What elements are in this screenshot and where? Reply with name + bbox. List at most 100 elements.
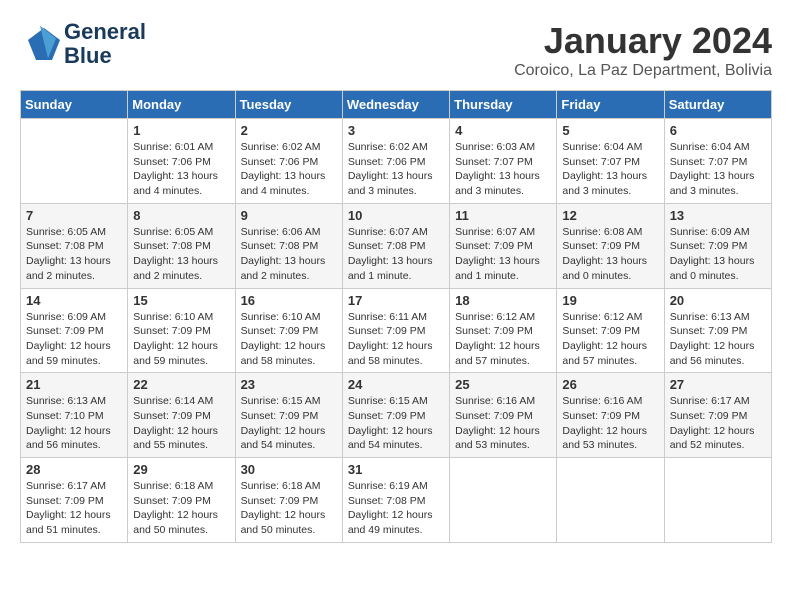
sunrise-text: Sunrise: 6:10 AM xyxy=(133,311,213,323)
calendar-cell: 21 Sunrise: 6:13 AM Sunset: 7:10 PM Dayl… xyxy=(21,373,128,458)
calendar-cell: 12 Sunrise: 6:08 AM Sunset: 7:09 PM Dayl… xyxy=(557,203,664,288)
weekday-header: Sunday xyxy=(21,91,128,119)
calendar-cell: 27 Sunrise: 6:17 AM Sunset: 7:09 PM Dayl… xyxy=(664,373,771,458)
calendar-cell: 23 Sunrise: 6:15 AM Sunset: 7:09 PM Dayl… xyxy=(235,373,342,458)
day-info: Sunrise: 6:15 AM Sunset: 7:09 PM Dayligh… xyxy=(348,394,444,453)
calendar-cell: 4 Sunrise: 6:03 AM Sunset: 7:07 PM Dayli… xyxy=(450,119,557,204)
day-number: 12 xyxy=(562,208,658,223)
sunrise-text: Sunrise: 6:07 AM xyxy=(455,226,535,238)
sunset-text: Sunset: 7:06 PM xyxy=(133,156,211,168)
daylight-text: Daylight: 12 hours and 50 minutes. xyxy=(241,509,326,536)
weekday-header: Tuesday xyxy=(235,91,342,119)
day-info: Sunrise: 6:07 AM Sunset: 7:08 PM Dayligh… xyxy=(348,225,444,284)
sunset-text: Sunset: 7:09 PM xyxy=(455,410,533,422)
sunrise-text: Sunrise: 6:13 AM xyxy=(670,311,750,323)
sunrise-text: Sunrise: 6:18 AM xyxy=(133,480,213,492)
calendar-cell xyxy=(664,458,771,543)
day-info: Sunrise: 6:09 AM Sunset: 7:09 PM Dayligh… xyxy=(670,225,766,284)
day-info: Sunrise: 6:08 AM Sunset: 7:09 PM Dayligh… xyxy=(562,225,658,284)
day-info: Sunrise: 6:18 AM Sunset: 7:09 PM Dayligh… xyxy=(241,479,337,538)
day-number: 9 xyxy=(241,208,337,223)
logo-text: General Blue xyxy=(64,20,146,68)
weekday-header: Wednesday xyxy=(342,91,449,119)
daylight-text: Daylight: 12 hours and 56 minutes. xyxy=(670,340,755,367)
day-number: 22 xyxy=(133,377,229,392)
calendar-cell: 26 Sunrise: 6:16 AM Sunset: 7:09 PM Dayl… xyxy=(557,373,664,458)
day-number: 11 xyxy=(455,208,551,223)
sunrise-text: Sunrise: 6:13 AM xyxy=(26,395,106,407)
daylight-text: Daylight: 12 hours and 49 minutes. xyxy=(348,509,433,536)
sunrise-text: Sunrise: 6:05 AM xyxy=(26,226,106,238)
sunset-text: Sunset: 7:09 PM xyxy=(133,325,211,337)
sunset-text: Sunset: 7:08 PM xyxy=(241,240,319,252)
sunset-text: Sunset: 7:09 PM xyxy=(455,325,533,337)
calendar-cell: 7 Sunrise: 6:05 AM Sunset: 7:08 PM Dayli… xyxy=(21,203,128,288)
day-info: Sunrise: 6:10 AM Sunset: 7:09 PM Dayligh… xyxy=(241,310,337,369)
sunset-text: Sunset: 7:09 PM xyxy=(348,410,426,422)
day-info: Sunrise: 6:04 AM Sunset: 7:07 PM Dayligh… xyxy=(670,140,766,199)
day-info: Sunrise: 6:13 AM Sunset: 7:10 PM Dayligh… xyxy=(26,394,122,453)
day-number: 29 xyxy=(133,462,229,477)
sunrise-text: Sunrise: 6:07 AM xyxy=(348,226,428,238)
sunrise-text: Sunrise: 6:03 AM xyxy=(455,141,535,153)
sunset-text: Sunset: 7:09 PM xyxy=(133,495,211,507)
daylight-text: Daylight: 13 hours and 3 minutes. xyxy=(670,170,755,197)
daylight-text: Daylight: 13 hours and 3 minutes. xyxy=(562,170,647,197)
location-title: Coroico, La Paz Department, Bolivia xyxy=(514,62,772,80)
calendar-cell: 22 Sunrise: 6:14 AM Sunset: 7:09 PM Dayl… xyxy=(128,373,235,458)
sunrise-text: Sunrise: 6:15 AM xyxy=(241,395,321,407)
sunset-text: Sunset: 7:09 PM xyxy=(670,240,748,252)
sunset-text: Sunset: 7:09 PM xyxy=(562,410,640,422)
sunset-text: Sunset: 7:09 PM xyxy=(562,325,640,337)
day-number: 8 xyxy=(133,208,229,223)
weekday-header: Thursday xyxy=(450,91,557,119)
daylight-text: Daylight: 12 hours and 58 minutes. xyxy=(241,340,326,367)
calendar-cell: 3 Sunrise: 6:02 AM Sunset: 7:06 PM Dayli… xyxy=(342,119,449,204)
sunset-text: Sunset: 7:07 PM xyxy=(562,156,640,168)
day-number: 10 xyxy=(348,208,444,223)
calendar-cell: 19 Sunrise: 6:12 AM Sunset: 7:09 PM Dayl… xyxy=(557,288,664,373)
weekday-header: Monday xyxy=(128,91,235,119)
sunset-text: Sunset: 7:09 PM xyxy=(26,495,104,507)
day-info: Sunrise: 6:12 AM Sunset: 7:09 PM Dayligh… xyxy=(562,310,658,369)
sunrise-text: Sunrise: 6:04 AM xyxy=(562,141,642,153)
daylight-text: Daylight: 12 hours and 52 minutes. xyxy=(670,425,755,452)
day-number: 30 xyxy=(241,462,337,477)
sunset-text: Sunset: 7:08 PM xyxy=(133,240,211,252)
calendar-week-row: 14 Sunrise: 6:09 AM Sunset: 7:09 PM Dayl… xyxy=(21,288,772,373)
calendar-cell: 10 Sunrise: 6:07 AM Sunset: 7:08 PM Dayl… xyxy=(342,203,449,288)
sunrise-text: Sunrise: 6:14 AM xyxy=(133,395,213,407)
sunset-text: Sunset: 7:09 PM xyxy=(348,325,426,337)
daylight-text: Daylight: 12 hours and 54 minutes. xyxy=(348,425,433,452)
day-info: Sunrise: 6:18 AM Sunset: 7:09 PM Dayligh… xyxy=(133,479,229,538)
logo-icon xyxy=(20,24,60,64)
day-info: Sunrise: 6:10 AM Sunset: 7:09 PM Dayligh… xyxy=(133,310,229,369)
calendar-cell: 11 Sunrise: 6:07 AM Sunset: 7:09 PM Dayl… xyxy=(450,203,557,288)
sunset-text: Sunset: 7:08 PM xyxy=(348,495,426,507)
day-number: 7 xyxy=(26,208,122,223)
calendar-cell: 15 Sunrise: 6:10 AM Sunset: 7:09 PM Dayl… xyxy=(128,288,235,373)
page-header: General Blue January 2024 Coroico, La Pa… xyxy=(20,20,772,80)
calendar-table: SundayMondayTuesdayWednesdayThursdayFrid… xyxy=(20,90,772,543)
daylight-text: Daylight: 13 hours and 2 minutes. xyxy=(133,255,218,282)
month-title: January 2024 xyxy=(514,20,772,62)
daylight-text: Daylight: 13 hours and 2 minutes. xyxy=(241,255,326,282)
sunset-text: Sunset: 7:09 PM xyxy=(670,410,748,422)
day-number: 15 xyxy=(133,293,229,308)
sunset-text: Sunset: 7:06 PM xyxy=(241,156,319,168)
calendar-cell: 20 Sunrise: 6:13 AM Sunset: 7:09 PM Dayl… xyxy=(664,288,771,373)
day-info: Sunrise: 6:14 AM Sunset: 7:09 PM Dayligh… xyxy=(133,394,229,453)
daylight-text: Daylight: 12 hours and 57 minutes. xyxy=(455,340,540,367)
sunset-text: Sunset: 7:08 PM xyxy=(26,240,104,252)
day-info: Sunrise: 6:19 AM Sunset: 7:08 PM Dayligh… xyxy=(348,479,444,538)
sunrise-text: Sunrise: 6:12 AM xyxy=(455,311,535,323)
daylight-text: Daylight: 12 hours and 53 minutes. xyxy=(562,425,647,452)
day-number: 24 xyxy=(348,377,444,392)
calendar-week-row: 21 Sunrise: 6:13 AM Sunset: 7:10 PM Dayl… xyxy=(21,373,772,458)
day-number: 2 xyxy=(241,123,337,138)
day-info: Sunrise: 6:16 AM Sunset: 7:09 PM Dayligh… xyxy=(455,394,551,453)
calendar-cell: 8 Sunrise: 6:05 AM Sunset: 7:08 PM Dayli… xyxy=(128,203,235,288)
day-info: Sunrise: 6:04 AM Sunset: 7:07 PM Dayligh… xyxy=(562,140,658,199)
day-info: Sunrise: 6:09 AM Sunset: 7:09 PM Dayligh… xyxy=(26,310,122,369)
day-info: Sunrise: 6:02 AM Sunset: 7:06 PM Dayligh… xyxy=(348,140,444,199)
